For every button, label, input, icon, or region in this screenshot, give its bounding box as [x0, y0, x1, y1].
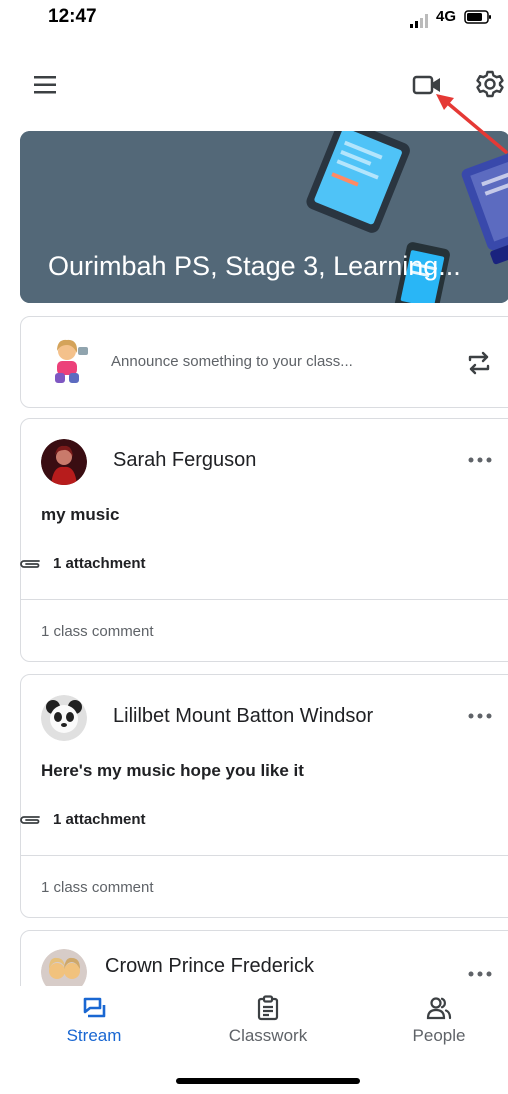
- class-comment-link[interactable]: 1 class comment: [41, 879, 154, 896]
- network-type: 4G: [436, 8, 457, 25]
- bottom-nav: Stream Classwork People: [0, 986, 508, 1056]
- divider: [21, 599, 508, 600]
- nav-stream[interactable]: Stream: [24, 986, 164, 1056]
- avatar: [41, 439, 87, 485]
- post-author: Sarah Ferguson: [113, 449, 257, 471]
- post-body: my music: [41, 505, 120, 524]
- nav-label: People: [412, 1026, 466, 1045]
- attachment-count: 1 attachment: [53, 811, 146, 828]
- attachment-link[interactable]: 1 attachment: [17, 553, 317, 575]
- home-indicator: [176, 1078, 360, 1084]
- classwork-icon: [257, 995, 279, 1021]
- attachment-link[interactable]: 1 attachment: [17, 809, 317, 831]
- video-call-icon[interactable]: [410, 68, 444, 102]
- paperclip-icon: [20, 560, 40, 568]
- nav-people[interactable]: People: [369, 986, 508, 1056]
- nav-label: Stream: [66, 1026, 122, 1045]
- signal-icon: [410, 14, 428, 28]
- post-author: Crown Prince Frederick: [105, 955, 314, 977]
- status-bar: 12:47 4G: [0, 0, 508, 40]
- post-author: Lililbet Mount Batton Windsor: [113, 705, 374, 727]
- paperclip-icon: [20, 816, 40, 824]
- stream-post[interactable]: Lililbet Mount Batton Windsor Here's my …: [20, 674, 508, 918]
- divider: [21, 855, 508, 856]
- menu-icon[interactable]: [28, 72, 62, 98]
- more-options-icon[interactable]: [465, 709, 495, 723]
- people-icon: [426, 997, 452, 1020]
- class-banner[interactable]: Ourimbah PS, Stage 3, Learning...: [20, 131, 508, 303]
- repost-icon[interactable]: [463, 347, 495, 379]
- stream-post[interactable]: Sarah Ferguson my music 1 attachment 1 c…: [20, 418, 508, 662]
- more-options-icon[interactable]: [465, 453, 495, 467]
- announce-card[interactable]: Announce something to your class...: [20, 316, 508, 408]
- post-body: Here's my music hope you like it: [41, 761, 304, 780]
- more-options-icon[interactable]: [465, 967, 495, 981]
- status-time: 12:47: [48, 6, 97, 27]
- class-comment-link[interactable]: 1 class comment: [41, 623, 154, 640]
- attachment-count: 1 attachment: [53, 555, 146, 572]
- settings-gear-icon[interactable]: [472, 66, 508, 102]
- stream-icon: [83, 997, 106, 1018]
- announce-input[interactable]: Announce something to your class...: [111, 353, 353, 370]
- app-bar: [0, 60, 508, 110]
- avatar: [41, 695, 87, 741]
- nav-classwork[interactable]: Classwork: [198, 986, 338, 1056]
- nav-label: Classwork: [228, 1026, 308, 1045]
- battery-icon: [464, 10, 491, 24]
- class-title: Ourimbah PS, Stage 3, Learning...: [48, 251, 461, 281]
- bitmoji-avatar-icon: [55, 339, 88, 383]
